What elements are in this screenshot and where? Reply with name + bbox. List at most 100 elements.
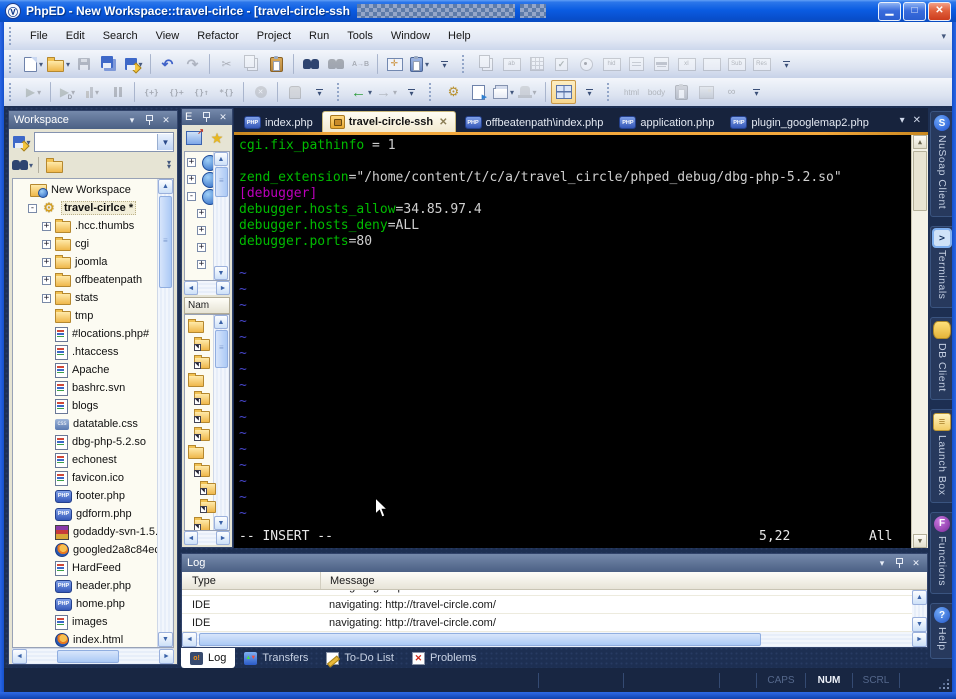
menu-item[interactable]: Search bbox=[94, 27, 147, 45]
tree-expander-icon[interactable]: + bbox=[187, 175, 196, 184]
explorer-favorites-button[interactable] bbox=[207, 128, 227, 148]
editor-tab[interactable]: plugin_googlemap2.php bbox=[723, 113, 875, 132]
navigate-back-button[interactable] bbox=[350, 81, 373, 103]
open-file-button[interactable] bbox=[47, 53, 70, 75]
scrollbar-thumb[interactable] bbox=[199, 633, 761, 646]
locate-file-button[interactable] bbox=[44, 155, 64, 175]
preview-page-button[interactable] bbox=[467, 81, 490, 103]
toolbar-separator[interactable] bbox=[545, 82, 546, 102]
scroll-up-icon[interactable]: ▲ bbox=[214, 152, 228, 166]
combo-dropdown-icon[interactable]: ▼ bbox=[157, 134, 173, 150]
terminal-vertical-scrollbar[interactable]: ▲ ▼ bbox=[911, 135, 928, 548]
scroll-right-icon[interactable]: ► bbox=[216, 281, 230, 295]
scrollbar-thumb[interactable] bbox=[215, 330, 228, 368]
tree-expander-icon[interactable]: + bbox=[197, 226, 206, 235]
workspace-find-button[interactable] bbox=[12, 155, 33, 175]
toolbar-grip[interactable] bbox=[607, 83, 612, 101]
break-button[interactable] bbox=[283, 81, 306, 103]
menu-overflow-icon[interactable]: ▾ bbox=[941, 31, 946, 42]
tree-item[interactable]: godaddy-svn-1.5.0 bbox=[13, 523, 173, 541]
tree-expander-icon[interactable]: + bbox=[42, 240, 51, 249]
scroll-right-icon[interactable]: ► bbox=[216, 531, 230, 545]
stop-button[interactable] bbox=[249, 81, 272, 103]
tree-item[interactable]: datatable.css bbox=[13, 415, 173, 433]
select-frame-button[interactable] bbox=[383, 53, 406, 75]
tree-expander-icon[interactable]: + bbox=[42, 222, 51, 231]
workspace-panel-header[interactable]: Workspace ▾ ✕ bbox=[9, 111, 177, 129]
open-in-browser-button[interactable] bbox=[492, 81, 515, 103]
right-dock-tab[interactable]: Help bbox=[930, 603, 954, 659]
toolbar-separator[interactable] bbox=[209, 54, 210, 74]
navigate-forward-button[interactable] bbox=[375, 81, 398, 103]
insert-image-button[interactable] bbox=[695, 81, 718, 103]
workspace-filter-button[interactable] bbox=[12, 132, 32, 152]
tree-item[interactable]: New Workspace bbox=[13, 181, 173, 199]
editor-tab[interactable]: travel-circle-ssh ✕ bbox=[322, 111, 456, 132]
editor-tab[interactable]: application.php bbox=[612, 113, 721, 132]
toolbar-separator[interactable] bbox=[150, 54, 151, 74]
profile-button[interactable] bbox=[81, 81, 104, 103]
tree-item[interactable]: + stats bbox=[13, 289, 173, 307]
paste-html-button[interactable] bbox=[670, 81, 693, 103]
toolbar-grip[interactable] bbox=[9, 83, 14, 101]
tree-expander-icon[interactable]: - bbox=[187, 192, 196, 201]
close-panel-icon[interactable]: ✕ bbox=[217, 111, 229, 123]
toolbar-grip[interactable] bbox=[337, 83, 342, 101]
right-dock-tab[interactable]: Launch Box bbox=[930, 409, 954, 503]
tree-item[interactable]: favicon.ico bbox=[13, 469, 173, 487]
step-out-button[interactable]: {}↑ bbox=[190, 81, 213, 103]
insert-link-button[interactable] bbox=[720, 81, 743, 103]
right-dock-tab[interactable]: Functions bbox=[930, 512, 954, 594]
menu-item[interactable]: Project bbox=[248, 27, 300, 45]
close-button[interactable]: ✕ bbox=[928, 2, 951, 21]
toolbar-grip[interactable] bbox=[9, 55, 14, 73]
textarea-button[interactable]: xI bbox=[675, 53, 698, 75]
listbox-button[interactable] bbox=[625, 53, 648, 75]
scroll-down-icon[interactable]: ▼ bbox=[912, 617, 927, 632]
scrollbar-thumb[interactable] bbox=[159, 196, 172, 288]
toolbar-grip[interactable] bbox=[429, 83, 434, 101]
replace-button[interactable]: A→B bbox=[349, 53, 372, 75]
new-file-button[interactable] bbox=[22, 53, 45, 75]
scroll-down-icon[interactable]: ▼ bbox=[913, 534, 927, 548]
log-row[interactable]: IDE navigating: http://travel-circle.com… bbox=[182, 596, 912, 614]
body-tag-button[interactable]: body bbox=[645, 81, 668, 103]
workspace-tree-vertical-scrollbar[interactable]: ▲ ▼ bbox=[157, 179, 173, 647]
toolbar-grip[interactable] bbox=[462, 55, 467, 73]
tree-item[interactable]: googled2a8c84ec0 bbox=[13, 541, 173, 559]
scroll-right-icon[interactable]: ► bbox=[159, 649, 174, 664]
tree-item[interactable]: + offbeatenpath bbox=[13, 271, 173, 289]
tree-item[interactable]: HardFeed bbox=[13, 559, 173, 577]
editor-tab[interactable]: offbeatenpath\index.php bbox=[458, 113, 611, 132]
explorer-list-horizontal-scrollbar[interactable]: ◄ ► bbox=[184, 531, 230, 545]
button-control-button[interactable] bbox=[700, 53, 723, 75]
menu-item[interactable]: Edit bbox=[57, 27, 94, 45]
toolbar-overflow-button[interactable] bbox=[745, 81, 768, 103]
toolbar-overflow-button[interactable] bbox=[308, 81, 331, 103]
workspace-tree-horizontal-scrollbar[interactable]: ◄ ► bbox=[12, 648, 174, 664]
tree-expander-icon[interactable]: + bbox=[197, 209, 206, 218]
toolbar-overflow-button[interactable] bbox=[775, 53, 798, 75]
toolbar-separator[interactable] bbox=[293, 54, 294, 74]
close-document-icon[interactable]: ✕ bbox=[913, 115, 921, 126]
radio-button[interactable] bbox=[575, 53, 598, 75]
toolbar-grip[interactable] bbox=[9, 27, 14, 45]
panel-menu-icon[interactable]: ▾ bbox=[126, 114, 138, 126]
text-field-button[interactable]: ab bbox=[500, 53, 523, 75]
menu-item[interactable]: Window bbox=[382, 27, 439, 45]
pin-icon[interactable] bbox=[143, 114, 155, 126]
close-tab-icon[interactable]: ✕ bbox=[439, 117, 447, 128]
reset-control-button[interactable]: Res bbox=[750, 53, 773, 75]
html-tag-button[interactable]: html bbox=[620, 81, 643, 103]
form-document-button[interactable] bbox=[475, 53, 498, 75]
explorer-tree-horizontal-scrollbar[interactable]: ◄ ► bbox=[184, 281, 230, 295]
scroll-down-icon[interactable]: ▼ bbox=[214, 516, 228, 530]
tree-item[interactable]: dbg-php-5.2.so bbox=[13, 433, 173, 451]
find-in-files-button[interactable] bbox=[324, 53, 347, 75]
panel-menu-icon[interactable]: ▾ bbox=[876, 557, 888, 569]
pin-icon[interactable] bbox=[200, 111, 212, 123]
menu-item[interactable]: Tools bbox=[338, 27, 382, 45]
toolbar-overflow-button[interactable] bbox=[400, 81, 423, 103]
tree-expander-icon[interactable]: + bbox=[197, 243, 206, 252]
ssh-terminal[interactable]: cgi.fix_pathinfo = 1 zend_extension="/ho… bbox=[234, 135, 928, 548]
